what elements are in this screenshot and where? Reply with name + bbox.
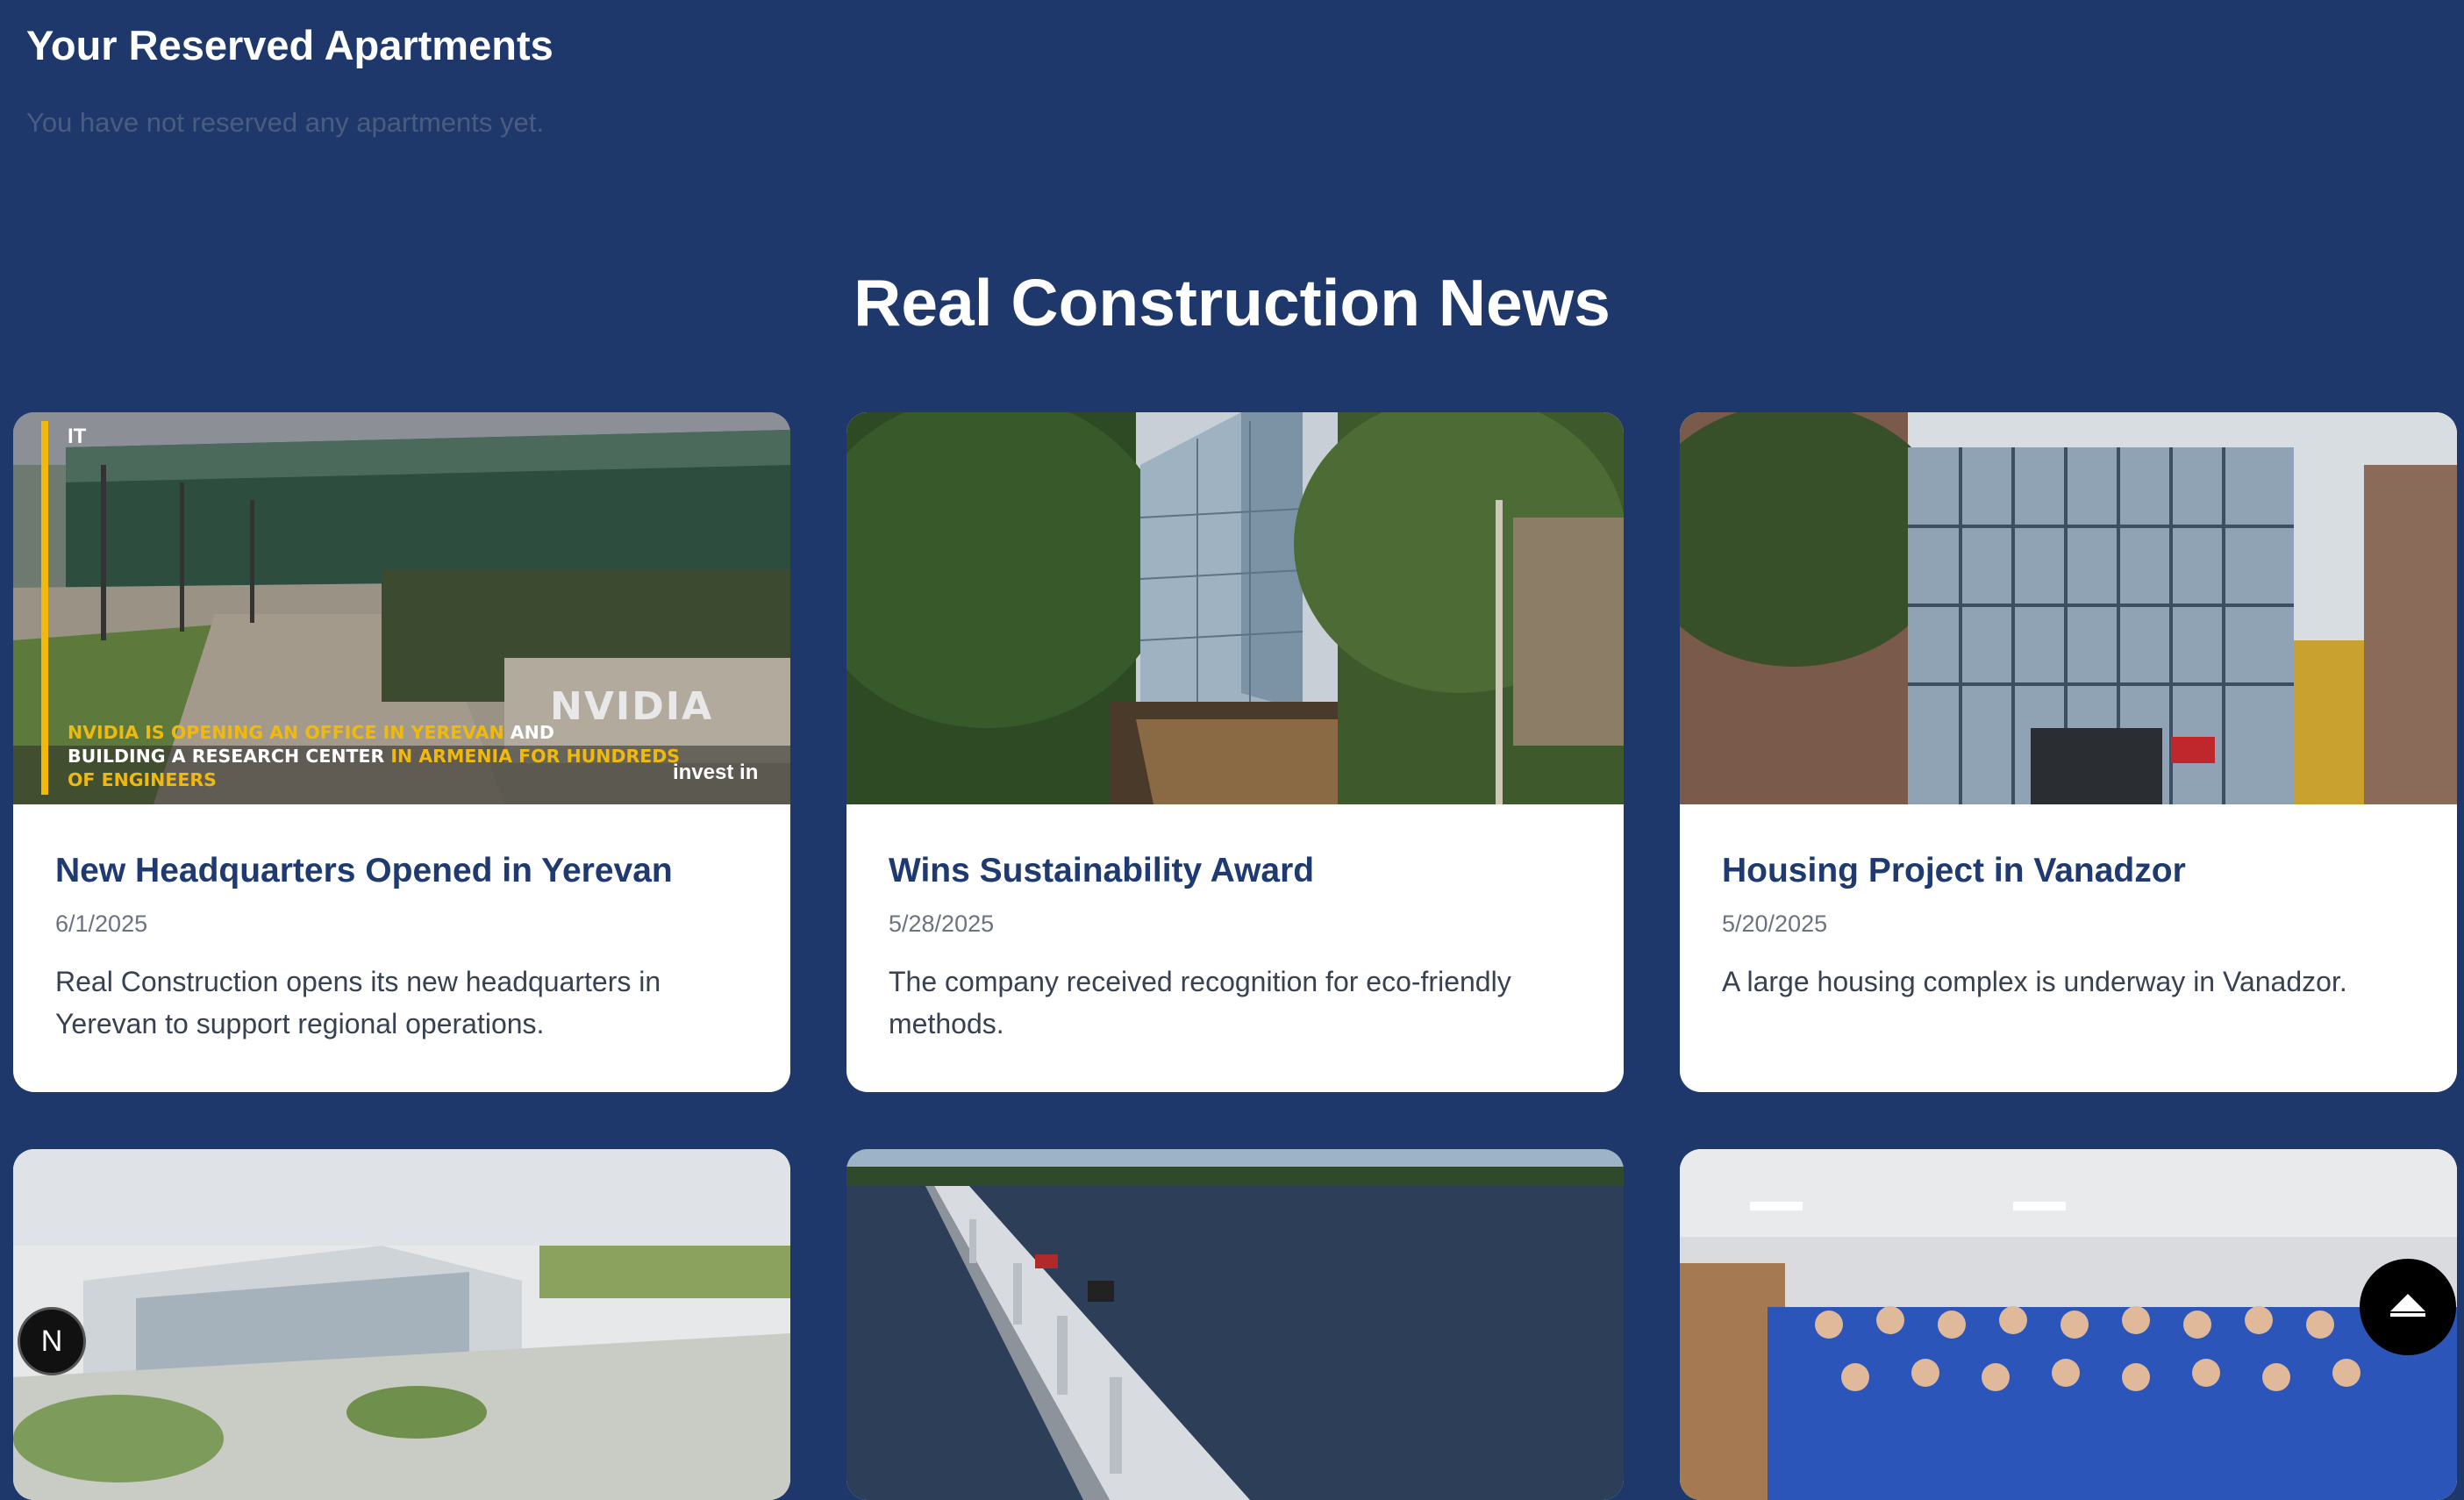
news-card-title[interactable]: Housing Project in Vanadzor xyxy=(1722,804,2415,891)
dev-tools-badge[interactable]: N xyxy=(18,1307,86,1375)
chevron-up-icon xyxy=(2389,1292,2427,1323)
caption-highlight: NVIDIA is opening an office in Yerevan xyxy=(68,722,504,743)
news-card-image xyxy=(846,1149,1624,1500)
caption-highlight: of engineers xyxy=(68,769,217,790)
news-card[interactable] xyxy=(846,1149,1624,1500)
news-card-image xyxy=(1680,1149,2457,1500)
news-card-summary: The company received recognition for eco… xyxy=(889,965,1511,1039)
accent-bar xyxy=(41,421,48,795)
caption-text: and xyxy=(504,722,554,743)
news-card[interactable]: Housing Project in Vanadzor 5/20/2025 A … xyxy=(1680,412,2457,1092)
news-section-title: Real Construction News xyxy=(853,266,1611,339)
news-card-image xyxy=(13,1149,790,1500)
news-card-date: 5/20/2025 xyxy=(1722,910,1828,937)
news-card-title[interactable]: New Headquarters Opened in Yerevan xyxy=(55,804,748,891)
news-card[interactable]: IT NVIDIA NVIDIA is opening an office in… xyxy=(13,412,790,1092)
news-card[interactable] xyxy=(13,1149,790,1500)
news-card-image xyxy=(846,412,1624,804)
caption-highlight: in Armenia for hundreds xyxy=(390,746,681,767)
reserved-title: Your Reserved Apartments xyxy=(26,22,554,68)
scroll-to-top-button[interactable] xyxy=(2360,1259,2456,1355)
news-card[interactable]: Wins Sustainability Award 5/28/2025 The … xyxy=(846,412,1624,1092)
image-caption: NVIDIA is opening an office in Yerevan a… xyxy=(68,721,699,792)
news-card-title[interactable]: Wins Sustainability Award xyxy=(889,804,1582,891)
news-card-image: IT NVIDIA NVIDIA is opening an office in… xyxy=(13,412,790,804)
category-tag: IT xyxy=(68,425,87,448)
news-card-summary: A large housing complex is underway in V… xyxy=(1722,965,2347,997)
news-card[interactable] xyxy=(1680,1149,2457,1500)
reserved-empty-message: You have not reserved any apartments yet… xyxy=(26,107,544,138)
news-card-date: 5/28/2025 xyxy=(889,910,995,937)
invest-in-logo: invest in xyxy=(673,761,759,784)
news-card-summary: Real Construction opens its new headquar… xyxy=(55,965,661,1039)
news-card-image xyxy=(1680,412,2457,804)
caption-text: building a research center xyxy=(68,746,391,767)
news-card-date: 6/1/2025 xyxy=(55,910,148,937)
